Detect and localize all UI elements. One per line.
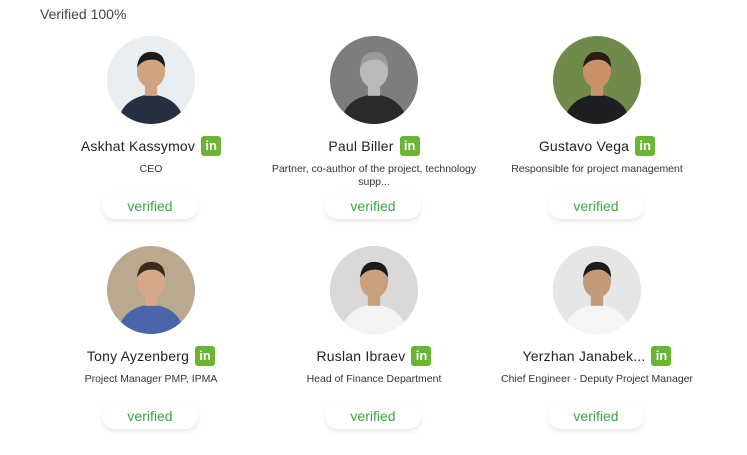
linkedin-icon[interactable]: in: [399, 136, 420, 156]
verified-button[interactable]: verified: [102, 403, 198, 430]
portrait-photo: [553, 36, 641, 124]
member-name: Yerzhan Janabek...: [522, 348, 646, 364]
avatar[interactable]: [107, 246, 195, 334]
member-role: Chief Engineer - Deputy Project Manager: [500, 373, 693, 385]
linkedin-icon[interactable]: in: [411, 346, 432, 366]
member-name: Gustavo Vega: [538, 138, 630, 154]
avatar[interactable]: [330, 246, 418, 334]
verified-button[interactable]: verified: [325, 193, 421, 220]
verified-button[interactable]: verified: [548, 193, 644, 220]
name-row: Askhat Kassymov in: [40, 136, 262, 156]
portrait-photo: [330, 36, 418, 124]
name-row: Gustavo Vega in: [486, 136, 708, 156]
team-grid: Askhat Kassymov in CEO verified Paul Bil…: [40, 30, 708, 450]
team-card: Gustavo Vega in Responsible for project …: [486, 30, 708, 240]
member-role: Head of Finance Department: [306, 373, 442, 385]
member-name: Ruslan Ibraev: [316, 348, 406, 364]
linkedin-icon[interactable]: in: [635, 136, 656, 156]
avatar[interactable]: [553, 246, 641, 334]
page-title: Verified 100%: [40, 6, 127, 22]
portrait-photo: [107, 36, 195, 124]
team-card: Tony Ayzenberg in Project Manager PMP, I…: [40, 240, 262, 450]
verified-button[interactable]: verified: [325, 403, 421, 430]
portrait-photo: [553, 246, 641, 334]
avatar[interactable]: [553, 36, 641, 124]
portrait-photo: [330, 246, 418, 334]
linkedin-icon[interactable]: in: [201, 136, 222, 156]
name-row: Ruslan Ibraev in: [263, 346, 485, 366]
name-row: Paul Biller in: [263, 136, 485, 156]
member-name: Askhat Kassymov: [80, 138, 196, 154]
linkedin-icon[interactable]: in: [651, 346, 672, 366]
avatar[interactable]: [107, 36, 195, 124]
verified-button[interactable]: verified: [102, 193, 198, 220]
team-card: Paul Biller in Partner, co-author of the…: [263, 30, 485, 240]
member-name: Tony Ayzenberg: [86, 348, 190, 364]
member-role: Responsible for project management: [511, 163, 683, 175]
team-card: Ruslan Ibraev in Head of Finance Departm…: [263, 240, 485, 450]
team-card: Yerzhan Janabek... in Chief Engineer - D…: [486, 240, 708, 450]
member-name: Paul Biller: [328, 138, 394, 154]
portrait-photo: [107, 246, 195, 334]
name-row: Yerzhan Janabek... in: [486, 346, 708, 366]
member-role: Partner, co-author of the project, techn…: [271, 163, 477, 188]
verified-button[interactable]: verified: [548, 403, 644, 430]
member-role: CEO: [139, 163, 163, 175]
avatar[interactable]: [330, 36, 418, 124]
team-card: Askhat Kassymov in CEO verified: [40, 30, 262, 240]
name-row: Tony Ayzenberg in: [40, 346, 262, 366]
member-role: Project Manager PMP, IPMA: [84, 373, 218, 385]
linkedin-icon[interactable]: in: [195, 346, 216, 366]
